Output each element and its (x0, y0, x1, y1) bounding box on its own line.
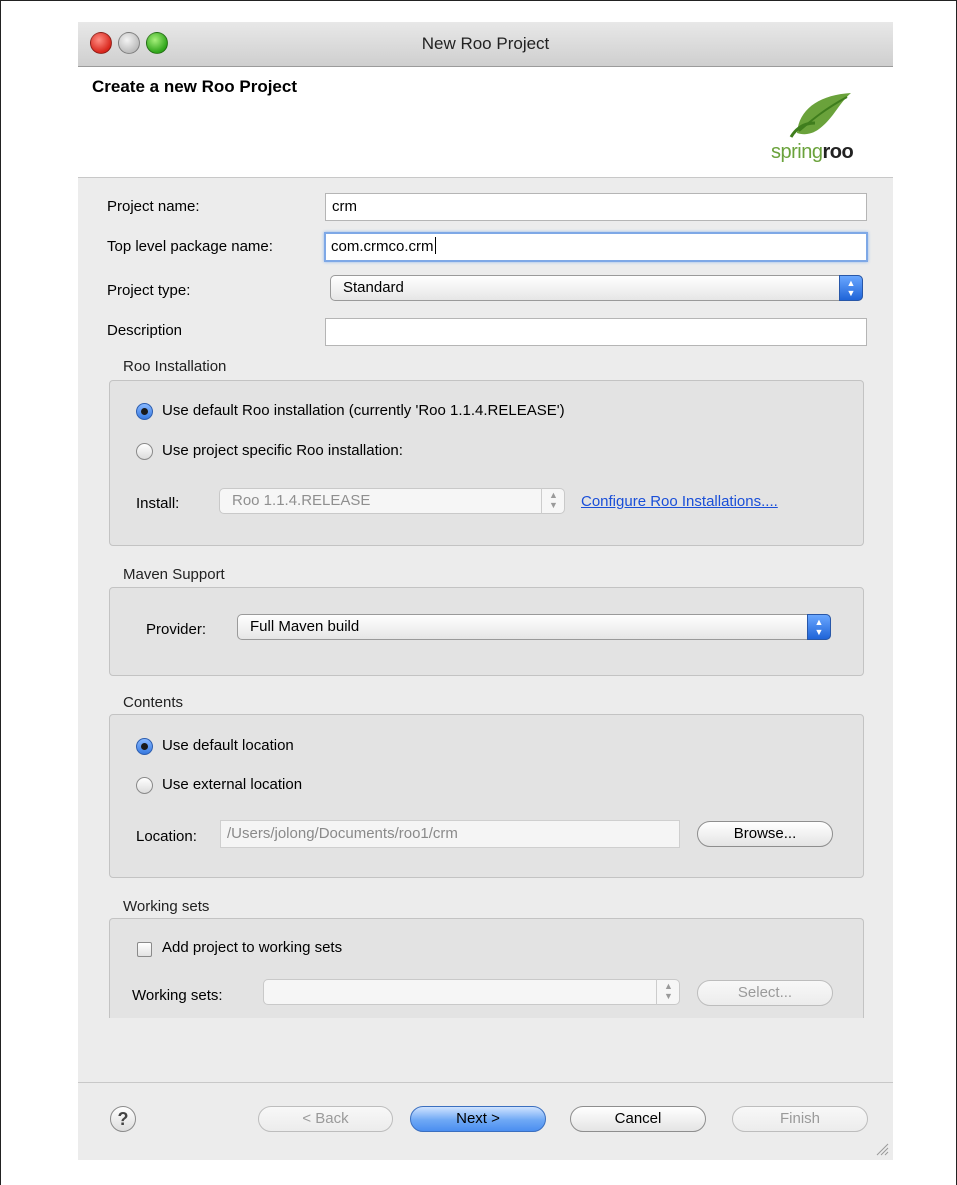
package-name-label: Top level package name: (107, 238, 273, 255)
help-button[interactable]: ? (110, 1106, 136, 1132)
select-arrows-icon: ▲ ▼ (839, 275, 863, 301)
next-button[interactable]: Next > (410, 1106, 546, 1132)
contents-title: Contents (123, 694, 184, 711)
logo-roo-text: roo (822, 141, 854, 163)
external-location-label: Use external location (162, 776, 303, 793)
back-button[interactable]: < Back (258, 1106, 393, 1132)
title-bar[interactable]: New Roo Project (78, 22, 893, 67)
description-input[interactable] (325, 318, 867, 346)
add-to-working-sets-checkbox[interactable] (137, 942, 152, 957)
leaf-icon (789, 93, 851, 138)
select-working-sets-button[interactable]: Select... (697, 980, 833, 1006)
provider-select-arrows-icon: ▲ ▼ (807, 614, 831, 640)
spring-roo-logo: springroo (767, 89, 885, 169)
logo-wordmark: springroo (771, 141, 854, 164)
page-title: Create a new Roo Project (92, 77, 298, 96)
frame-top-line (0, 0, 957, 1)
text-caret (434, 237, 436, 254)
configure-roo-link[interactable]: Configure Roo Installations.... (581, 493, 778, 510)
provider-select[interactable]: Full Maven build ▲ ▼ (237, 614, 831, 640)
specific-roo-radio[interactable] (136, 443, 153, 460)
location-input[interactable]: /Users/jolong/Documents/roo1/crm (220, 820, 680, 848)
working-sets-label: Working sets: (132, 987, 223, 1004)
project-name-label: Project name: (107, 198, 200, 215)
contents-group: Use default location Use external locati… (109, 714, 864, 878)
roo-installation-title: Roo Installation (123, 358, 227, 375)
package-name-value: com.crmco.crm (331, 238, 434, 255)
package-name-input[interactable]: com.crmco.crm (324, 232, 868, 262)
provider-value: Full Maven build (250, 618, 360, 635)
frame-left-line (0, 0, 1, 1185)
cancel-button[interactable]: Cancel (570, 1106, 706, 1132)
project-type-select[interactable]: Standard ▲ ▼ (330, 275, 863, 301)
external-location-radio[interactable] (136, 777, 153, 794)
default-location-label: Use default location (162, 737, 294, 754)
description-label: Description (107, 322, 183, 339)
install-select-arrows-icon: ▲ ▼ (541, 488, 565, 514)
dialog-window: New Roo Project Create a new Roo Project… (78, 22, 893, 1160)
working-sets-select[interactable]: ▲ ▼ (263, 979, 680, 1005)
resize-grip-icon[interactable] (875, 1142, 889, 1156)
install-value: Roo 1.1.4.RELEASE (232, 492, 371, 509)
maven-support-title: Maven Support (123, 566, 225, 583)
provider-label: Provider: (146, 621, 207, 638)
footer-separator (78, 1082, 893, 1083)
install-select[interactable]: Roo 1.1.4.RELEASE ▲ ▼ (219, 488, 565, 514)
working-sets-select-arrows-icon: ▲ ▼ (656, 979, 680, 1005)
project-type-label: Project type: (107, 282, 191, 299)
project-type-value: Standard (343, 279, 404, 296)
specific-roo-label: Use project specific Roo installation: (162, 442, 403, 459)
browse-button[interactable]: Browse... (697, 821, 833, 847)
default-roo-radio[interactable] (136, 403, 153, 420)
window-title: New Roo Project (421, 34, 550, 53)
add-to-working-sets-label: Add project to working sets (162, 939, 343, 956)
install-label: Install: (136, 495, 180, 512)
working-sets-group: Add project to working sets Working sets… (109, 918, 864, 1018)
default-roo-label: Use default Roo installation (currently … (162, 402, 565, 419)
location-label: Location: (136, 828, 197, 845)
project-name-input[interactable]: crm (325, 193, 867, 221)
finish-button[interactable]: Finish (732, 1106, 868, 1132)
default-location-radio[interactable] (136, 738, 153, 755)
wizard-header: Create a new Roo Project springroo (78, 67, 893, 178)
roo-installation-group: Use default Roo installation (currently … (109, 380, 864, 546)
working-sets-title: Working sets (123, 898, 210, 915)
maven-support-group: Provider: Full Maven build ▲ ▼ (109, 587, 864, 676)
logo-spring-text: spring (771, 141, 823, 163)
